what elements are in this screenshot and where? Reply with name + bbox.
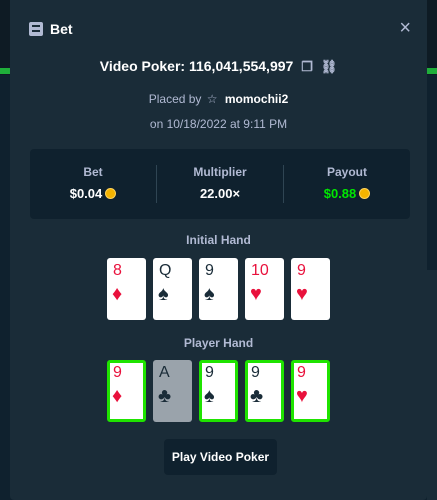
bet-label: Bet [83, 165, 103, 179]
card-suit: ♣ [158, 385, 172, 407]
card-rank: 9 [297, 262, 306, 279]
player-card: A ♣ [153, 360, 192, 422]
multiplier-stat: Multiplier 22.00× [157, 149, 283, 219]
initial-card: 9 ♠ [199, 258, 238, 320]
bet-list-icon [29, 22, 43, 36]
background-panel-right [427, 270, 437, 500]
player-card: 9 ♠ [199, 360, 238, 422]
card-rank: 9 [205, 364, 214, 381]
player-card: 9 ♦ [107, 360, 146, 422]
payout-stat: Payout $0.88 [284, 149, 410, 219]
placed-by-line: Placed by ☆ momochii2 [10, 92, 427, 106]
bet-modal: Bet × Video Poker: 116,041,554,997 ❐ ⛓ P… [10, 0, 427, 500]
initial-card: 10 ♥ [245, 258, 284, 320]
game-id-line: Video Poker: 116,041,554,997 ❐ ⛓ [10, 58, 427, 75]
copy-icon[interactable]: ❐ [301, 59, 313, 74]
bet-value-row: $0.04 [30, 186, 156, 201]
card-rank: 9 [113, 364, 122, 381]
placed-by-prefix: Placed by [148, 92, 202, 106]
multiplier-label: Multiplier [193, 165, 247, 179]
player-card: 9 ♣ [245, 360, 284, 422]
initial-card: 9 ♥ [291, 258, 330, 320]
card-suit: ♠ [204, 385, 215, 407]
bet-value: $0.04 [69, 186, 103, 201]
initial-hand-label: Initial Hand [186, 233, 251, 247]
multiplier-value: 22.00× [199, 186, 241, 201]
card-rank: 10 [251, 262, 269, 279]
link-icon[interactable]: ⛓ [321, 59, 338, 74]
card-suit: ♣ [250, 385, 264, 407]
coin-icon [359, 188, 371, 199]
close-icon[interactable]: × [399, 18, 411, 38]
modal-title: Bet [50, 21, 73, 37]
card-rank: A [159, 364, 170, 381]
bet-stat: Bet $0.04 [30, 149, 156, 219]
player-hand-label: Player Hand [183, 336, 254, 350]
card-rank: 9 [297, 364, 306, 381]
card-suit: ♠ [204, 283, 215, 305]
payout-value: $0.88 [323, 186, 357, 201]
card-suit: ♥ [296, 283, 308, 305]
card-rank: 9 [251, 364, 260, 381]
card-suit: ♦ [112, 385, 123, 407]
card-rank: 9 [205, 262, 214, 279]
card-suit: ♦ [112, 283, 123, 305]
payout-label: Payout [326, 165, 367, 179]
play-video-poker-button[interactable]: Play Video Poker [164, 439, 277, 475]
bet-date: on 10/18/2022 at 9:11 PM [149, 117, 288, 131]
background-accent-left [0, 68, 10, 74]
card-rank: Q [159, 262, 172, 279]
modal-header: Bet × [10, 0, 427, 58]
player-card: 9 ♥ [291, 360, 330, 422]
card-rank: 8 [113, 262, 122, 279]
payout-value-row: $0.88 [284, 186, 410, 201]
coin-icon [105, 188, 117, 199]
card-suit: ♠ [158, 283, 169, 305]
game-name: Video Poker: 116,041,554,997 [99, 58, 294, 74]
star-icon: ☆ [206, 92, 218, 106]
initial-card: Q ♠ [153, 258, 192, 320]
bet-stats-panel: Bet $0.04 Multiplier 22.00× Payout $0.88 [30, 149, 410, 219]
card-suit: ♥ [250, 283, 262, 305]
card-suit: ♥ [296, 385, 308, 407]
initial-card: 8 ♦ [107, 258, 146, 320]
background-accent-right [427, 68, 437, 74]
username-link[interactable]: momochii2 [225, 92, 288, 106]
